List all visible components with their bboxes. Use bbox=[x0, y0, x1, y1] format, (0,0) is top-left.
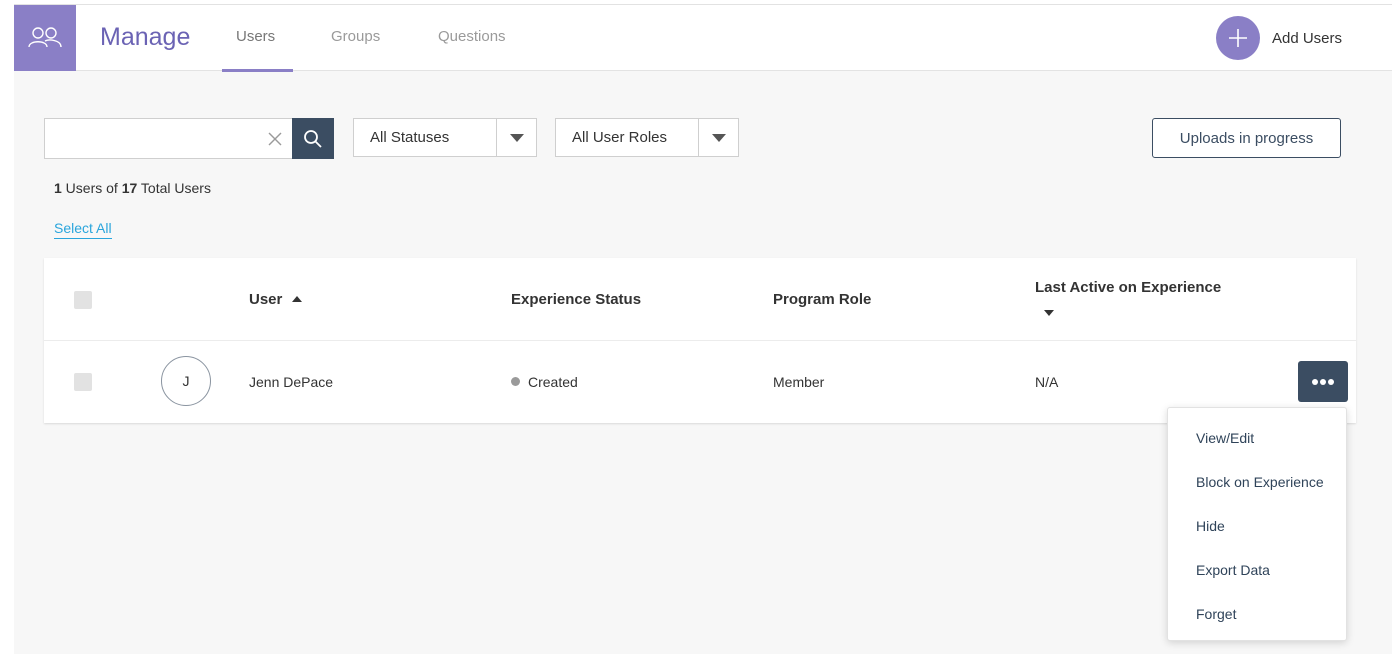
app-window: Manage Users Groups Questions Add Users bbox=[14, 4, 1392, 654]
top-bar: Manage Users Groups Questions Add Users bbox=[14, 5, 1392, 72]
users-table: User Experience Status Program Role Last… bbox=[44, 258, 1356, 423]
avatar: J bbox=[161, 356, 211, 406]
role-select[interactable]: All User Roles bbox=[555, 118, 739, 157]
user-count: 1 Users of 17 Total Users bbox=[54, 180, 211, 196]
user-name[interactable]: Jenn DePace bbox=[249, 374, 333, 390]
search-button[interactable] bbox=[292, 118, 334, 159]
status-dot-icon bbox=[511, 377, 520, 386]
menu-item-hide[interactable]: Hide bbox=[1196, 518, 1225, 534]
sort-ascending-icon bbox=[292, 296, 303, 302]
tab-groups[interactable]: Groups bbox=[331, 5, 380, 71]
status-select[interactable]: All Statuses bbox=[353, 118, 537, 157]
status-select-value: All Statuses bbox=[370, 129, 450, 146]
column-header-program-role: Program Role bbox=[773, 291, 872, 308]
menu-item-block-on-experience[interactable]: Block on Experience bbox=[1196, 474, 1324, 490]
close-icon[interactable] bbox=[264, 128, 286, 150]
select-all-checkbox[interactable] bbox=[74, 291, 92, 309]
last-active: N/A bbox=[1035, 374, 1059, 390]
role-select-value: All User Roles bbox=[572, 129, 668, 146]
chevron-down-icon bbox=[698, 119, 738, 156]
select-all-link[interactable]: Select All bbox=[54, 220, 112, 239]
search-icon bbox=[304, 129, 322, 148]
menu-item-view-edit[interactable]: View/Edit bbox=[1196, 430, 1254, 446]
tab-users[interactable]: Users bbox=[222, 5, 294, 72]
plus-icon bbox=[1215, 16, 1260, 60]
column-header-last-active[interactable]: Last Active on Experience bbox=[1035, 279, 1221, 296]
column-header-user[interactable]: User bbox=[249, 291, 303, 308]
page-title: Manage bbox=[100, 23, 191, 51]
row-actions-menu: View/Edit Block on Experience Hide Expor… bbox=[1167, 407, 1347, 641]
row-checkbox[interactable] bbox=[74, 373, 92, 391]
users-icon bbox=[14, 5, 76, 71]
search-input[interactable] bbox=[44, 118, 294, 159]
experience-status: Created bbox=[511, 374, 578, 390]
more-horizontal-icon bbox=[1312, 378, 1334, 385]
table-row: J Jenn DePace Created Member N/A bbox=[44, 341, 1356, 423]
add-users-button[interactable]: Add Users bbox=[1215, 16, 1342, 60]
row-actions-button[interactable] bbox=[1298, 361, 1348, 402]
sort-descending-icon[interactable] bbox=[1044, 310, 1054, 316]
add-users-label: Add Users bbox=[1271, 29, 1342, 47]
tab-questions[interactable]: Questions bbox=[438, 5, 506, 71]
program-role: Member bbox=[773, 374, 825, 390]
column-header-experience-status: Experience Status bbox=[511, 291, 642, 308]
chevron-down-icon bbox=[496, 119, 536, 156]
table-header: User Experience Status Program Role Last… bbox=[44, 258, 1356, 341]
menu-item-export-data[interactable]: Export Data bbox=[1196, 562, 1270, 578]
uploads-in-progress-button[interactable]: Uploads in progress bbox=[1152, 118, 1341, 158]
menu-item-forget[interactable]: Forget bbox=[1196, 606, 1236, 622]
